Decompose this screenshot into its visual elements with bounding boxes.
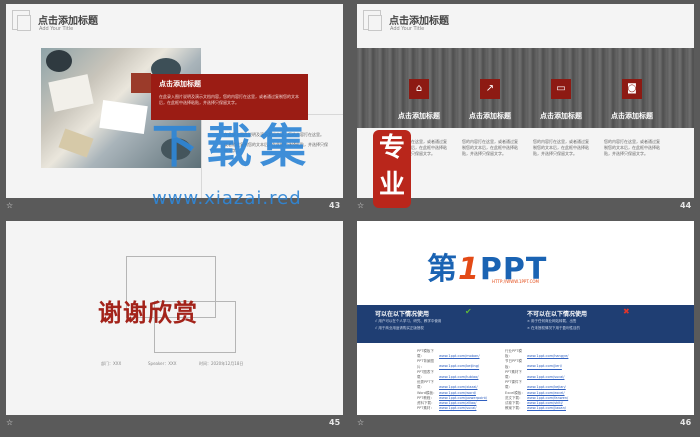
link-row[interactable]: 行业PPT模板： www.1ppt.com/hangye/ — [505, 349, 568, 359]
link-list-right: 行业PPT模板： www.1ppt.com/hangye/ 节日PPT模板： www… — [505, 349, 568, 411]
watermark-url: www.xiazai.red — [152, 188, 302, 209]
slide-subtitle: Add Your Title — [39, 26, 74, 32]
slide-subtitle: Add Your Title — [390, 26, 425, 32]
link-row[interactable]: PPT素材下载： www.1ppt.com/sucai/ — [505, 370, 568, 380]
red-box-body: 在此录入图片说明及演示文档内容，您的内容打在这里，或者通过复制您的文本后，在此框… — [159, 94, 299, 105]
can-use-line: √ 用户可以在个人学习、研究、教学中使用 — [375, 319, 442, 323]
logo-url: HTTP://WWW.1PPT.COM — [492, 279, 539, 284]
slide-thumbnail-45[interactable]: 谢谢欣赏 部门：XXX Speaker：XXX 时间：2020年12月18日 — [6, 221, 343, 415]
cannot-use-line: × 在未授权情况下用于盈利性目的 — [527, 326, 581, 330]
column-text: 您的内容打在这里，或者通过复制您的文本后，在此框中选择粘贴，并选择只保留文字。 — [462, 139, 518, 156]
header-frame-icon — [12, 10, 31, 31]
link-row[interactable]: 教案下载： www.1ppt.com/jiaoan/ — [505, 406, 568, 411]
favorite-star-icon[interactable]: ☆ — [6, 418, 13, 427]
watermark-title: 下载集 — [152, 119, 314, 173]
slide-thumbnail-46[interactable]: 第1PPT HTTP://WWW.1PPT.COM 可以在以下情况使用 ✔ √ … — [357, 221, 694, 415]
favorite-star-icon[interactable]: ☆ — [6, 201, 13, 210]
column-text: 您的内容打在这里，或者通过复制您的文本后，在此框中选择粘贴，并选择只保留文字。 — [533, 139, 589, 156]
logo-char: 第 — [427, 252, 458, 287]
check-icon: ✔ — [465, 307, 472, 316]
icon-label: 点击添加标题 — [469, 112, 511, 120]
slide-number: 43 — [329, 201, 341, 210]
link-row[interactable]: PPT课件下载： www.1ppt.com/kejian/ — [505, 380, 568, 390]
can-use-line: √ 用于商业用途请购买正版授权 — [375, 326, 424, 330]
chart-icon: ↗ — [480, 79, 500, 99]
link-list-left: PPT模板下载： www.1ppt.com/moban/ PPT背景图片： www.… — [417, 349, 487, 411]
time-text: 时间：2020年12月18日 — [199, 361, 244, 366]
usage-banner: 可以在以下情况使用 ✔ √ 用户可以在个人学习、研究、教学中使用 √ 用于商业用… — [357, 305, 694, 343]
red-box-title: 点击添加标题 — [159, 80, 201, 88]
slide-number: 45 — [329, 418, 341, 427]
link-row[interactable]: 优秀PPT下载： www.1ppt.com/xiazai/ — [417, 380, 487, 390]
watermark-seal: 专业 — [373, 130, 411, 208]
column-text: 您的内容打在这里，或者通过复制您的文本后，在此框中选择粘贴，并选择只保留文字。 — [604, 139, 660, 156]
icon-label: 点击添加标题 — [398, 112, 440, 120]
link-row[interactable]: PPT模板下载： www.1ppt.com/moban/ — [417, 349, 487, 359]
link-row[interactable]: 节日PPT模板： www.1ppt.com/jieri/ — [505, 359, 568, 369]
favorite-star-icon[interactable]: ☆ — [357, 201, 364, 210]
home-icon: ⌂ — [409, 79, 429, 99]
cannot-use-line: × 用于任何商业网站转载、出售 — [527, 319, 577, 323]
slide-number: 44 — [680, 201, 692, 210]
camera-icon: ◙ — [622, 79, 642, 99]
cross-icon: ✖ — [623, 307, 630, 316]
can-use-title: 可以在以下情况使用 — [375, 311, 430, 318]
box-icon: ▭ — [551, 79, 571, 99]
slide-title: 点击添加标题 — [389, 16, 449, 27]
link-row[interactable]: PPT素材： www.1ppt.com/sucai/ — [417, 406, 487, 411]
slide-number: 46 — [680, 418, 692, 427]
cannot-use-title: 不可以在以下情况使用 — [527, 311, 588, 318]
icon-label: 点击添加标题 — [540, 112, 582, 120]
header-frame-icon — [363, 10, 382, 31]
dept-text: 部门：XXX — [101, 361, 122, 366]
icon-label: 点击添加标题 — [611, 112, 653, 120]
speaker-text: Speaker：XXX — [148, 361, 177, 366]
link-row[interactable]: PPT图表下载： www.1ppt.com/tubiao/ — [417, 370, 487, 380]
favorite-star-icon[interactable]: ☆ — [357, 418, 364, 427]
icon-row: ⌂ 点击添加标题 ↗ 点击添加标题 ▭ 点击添加标题 ◙ 点击添加标题 — [357, 79, 694, 120]
thanks-text: 谢谢欣赏 — [98, 299, 198, 327]
link-row[interactable]: PPT背景图片： www.1ppt.com/beijing/ — [417, 359, 487, 369]
logo-one: 1 — [458, 252, 480, 287]
slide-title: 点击添加标题 — [38, 16, 98, 27]
